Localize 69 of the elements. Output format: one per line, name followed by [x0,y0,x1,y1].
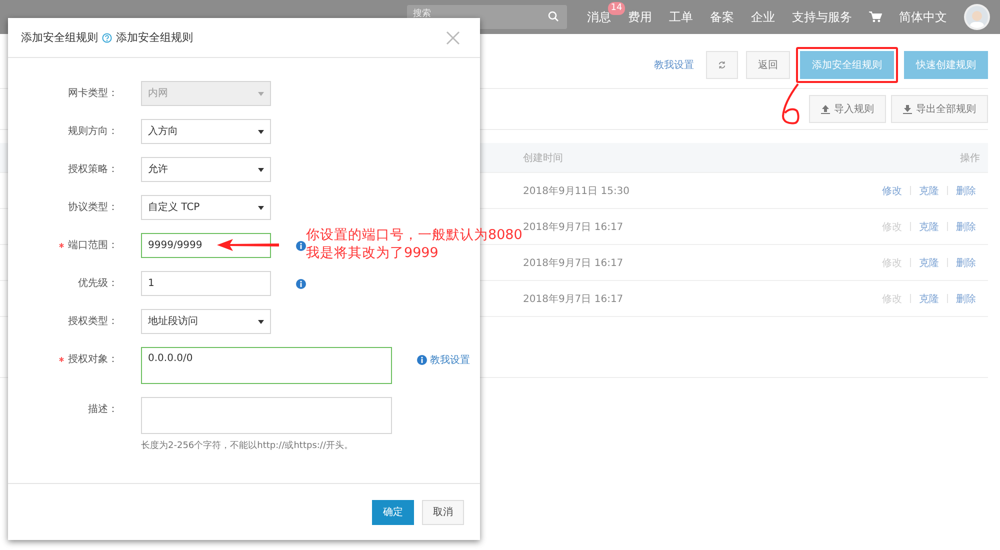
confirm-button[interactable]: 确定 [372,500,414,524]
upload-icon [821,104,830,114]
info-icon [417,354,427,364]
nav-item[interactable]: 费用 [628,8,652,26]
table-cell-text: 2018年9月11日 15:30 [523,184,631,198]
dialog-title: 添加安全组规则 [21,30,98,45]
hint-text: 长度为2-256个字符，不能以http://或https://开头。 [141,440,354,452]
toolbar-button[interactable]: 快速创建规则 [904,51,988,79]
info-icon [296,278,306,288]
field-label: 授权对象： [68,354,118,365]
annotation-text: 我是将其改为了9999 [306,244,438,262]
field-label: 授权类型： [68,316,118,327]
nav-item[interactable]: 工单 [669,8,694,26]
arrow-drawing [217,239,279,251]
row-action-link[interactable]: 克隆 [919,184,939,198]
input-field[interactable]: 1 [141,271,271,296]
toolbar-button[interactable]: 导出全部规则 [891,95,988,123]
row-action-link[interactable]: 克隆 [919,220,939,234]
row-action-link[interactable]: 克隆 [919,292,939,306]
select-field[interactable]: 入方向 [141,119,271,144]
search-icon [548,11,560,22]
help-link[interactable]: 教我设置 [430,352,470,366]
select-field[interactable]: 自定义 TCP [141,195,271,220]
toolbar-button[interactable]: 添加安全组规则 [800,51,894,79]
row-action-link[interactable]: 克隆 [919,256,939,270]
input-field[interactable]: 0.0.0.0/0 [141,347,392,384]
nav-item[interactable]: 企业 [751,8,776,26]
nav-item[interactable]: 简体中文 [899,8,948,26]
input-field[interactable]: 9999/9999 [141,233,271,258]
download-icon [903,104,912,114]
caret-icon [258,320,264,324]
help-icon [102,32,112,42]
row-action-link[interactable]: 删除 [956,184,976,198]
row-action-link[interactable]: 修改 [882,184,902,198]
toolbar-button[interactable]: 返回 [746,51,790,79]
field-label: 授权策略： [68,164,118,175]
annotation-text: 你设置的端口号，一般默认为8080 [306,226,522,244]
refresh-icon [718,59,726,71]
cart-icon[interactable] [869,11,882,23]
field-label: 优先级： [78,278,118,289]
field-label: 端口范围： [68,240,118,251]
select-field[interactable]: 允许 [141,157,271,182]
select-field[interactable]: 地址段访问 [141,309,271,334]
field-label: 协议类型： [68,202,118,213]
column-header: 创建时间 [523,152,564,164]
table-cell-text: 2018年9月7日 16:17 [523,256,624,270]
search-field[interactable]: 搜索 [413,8,453,20]
close-button[interactable] [446,30,460,44]
caret-icon [258,92,264,96]
nav-item[interactable]: 支持与服务 [792,8,852,26]
help-link[interactable]: 添加安全组规则 [116,30,193,45]
toolbar-button[interactable]: 导入规则 [809,95,886,123]
help-link[interactable]: 教我设置 [654,58,694,72]
info-icon [296,240,306,250]
field-label: 描述： [88,404,118,415]
table-cell-text: 2018年9月7日 16:17 [523,292,624,306]
nav-item[interactable]: 备案 [710,8,734,26]
row-action-link[interactable]: 删除 [956,292,976,306]
column-header: 操作 [959,152,981,164]
avatar[interactable] [964,4,990,30]
row-action-link[interactable]: 删除 [956,256,976,270]
field-label: 规则方向： [68,126,118,137]
count-badge: 14 [608,2,626,14]
table-cell-text: 2018年9月7日 16:17 [523,220,624,234]
refresh-button[interactable] [706,51,738,79]
cancel-button[interactable]: 取消 [422,500,464,524]
input-field[interactable] [141,397,392,434]
field-label: 网卡类型： [68,88,118,99]
row-action-link[interactable]: 删除 [956,220,976,234]
